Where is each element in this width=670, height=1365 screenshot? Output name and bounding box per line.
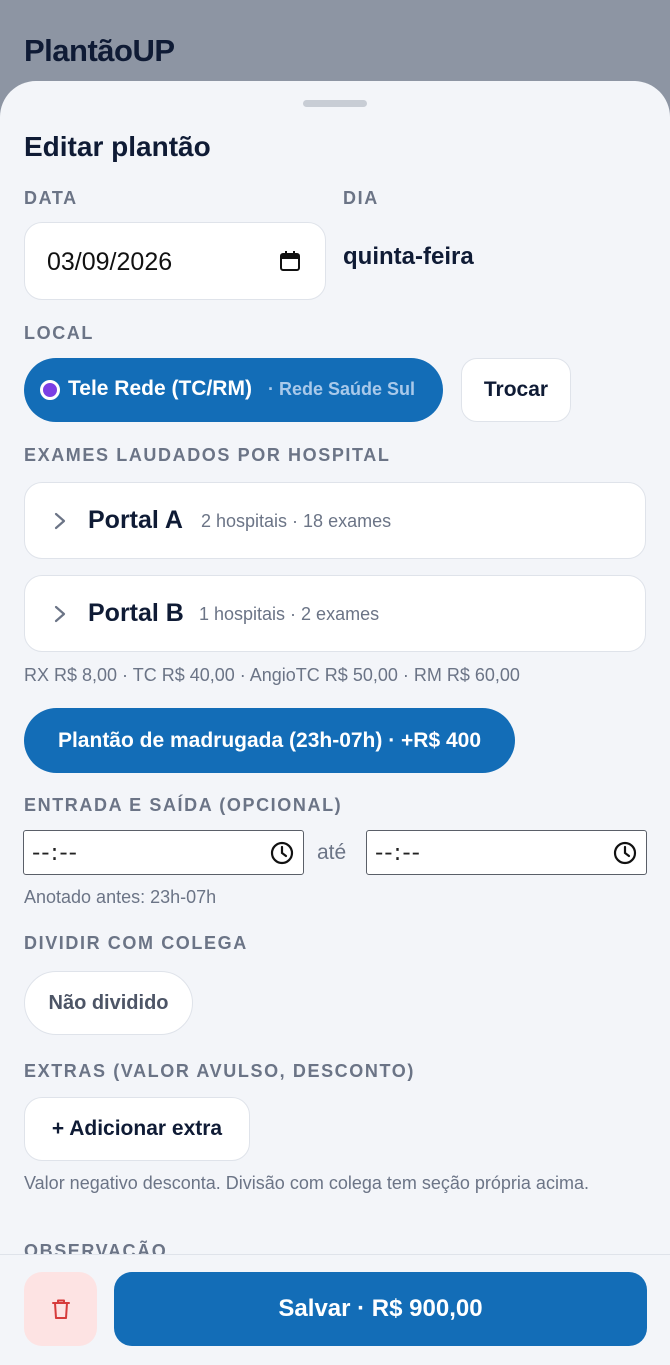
entry-exit-label: ENTRADA E SAÍDA (OPCIONAL) <box>24 795 343 815</box>
end-time-value: --:-- <box>375 840 421 866</box>
date-label: DATA <box>24 188 78 208</box>
noted-before-text: Anotado antes: 23h-07h <box>24 887 217 907</box>
night-shift-toggle[interactable]: Plantão de madrugada (23h-07h) · +R$ 400 <box>24 708 515 773</box>
day-value: quinta-feira <box>343 243 474 270</box>
sheet-title: Editar plantão <box>24 131 211 162</box>
local-label: LOCAL <box>24 323 94 343</box>
day-label: DIA <box>343 188 379 208</box>
portal-card-a[interactable]: Portal A 2 hospitais · 18 exames <box>24 482 646 559</box>
start-time-input[interactable]: --:-- <box>23 830 304 875</box>
save-button[interactable]: Salvar · R$ 900,00 <box>114 1272 647 1346</box>
app-title: PlantãoUP <box>24 33 175 68</box>
trash-icon <box>52 1299 70 1319</box>
footer-bar: Salvar · R$ 900,00 <box>0 1254 670 1365</box>
chevron-right-icon <box>54 605 66 623</box>
add-extra-button[interactable]: + Adicionar extra <box>24 1097 250 1161</box>
chevron-right-icon <box>54 512 66 530</box>
portal-name: Portal B <box>88 599 184 627</box>
date-input[interactable]: 03/09/2026 <box>24 222 326 300</box>
sheet-drag-handle[interactable] <box>303 100 367 107</box>
exams-label: EXAMES LAUDADOS POR HOSPITAL <box>24 445 391 465</box>
clock-icon[interactable] <box>613 841 637 865</box>
portal-card-b[interactable]: Portal B 1 hospitais · 2 exames <box>24 575 646 652</box>
end-time-input[interactable]: --:-- <box>366 830 647 875</box>
extras-hint: Valor negativo desconta. Divisão com col… <box>24 1173 589 1193</box>
split-label: DIVIDIR COM COLEGA <box>24 933 248 953</box>
portal-meta: 2 hospitais · 18 exames <box>201 511 392 531</box>
start-time-value: --:-- <box>32 840 78 866</box>
local-chip[interactable]: Tele Rede (TC/RM) · Rede Saúde Sul <box>24 358 443 422</box>
clock-icon[interactable] <box>270 841 294 865</box>
calendar-icon[interactable] <box>278 249 302 273</box>
split-colleague-button[interactable]: Não dividido <box>24 971 193 1035</box>
local-name: Tele Rede (TC/RM) <box>68 377 252 400</box>
local-network: · Rede Saúde Sul <box>268 379 416 399</box>
portal-meta: 1 hospitais · 2 exames <box>199 604 380 624</box>
swap-local-button[interactable]: Trocar <box>461 358 571 422</box>
date-value: 03/09/2026 <box>47 248 173 276</box>
delete-button[interactable] <box>24 1272 97 1346</box>
extras-label: EXTRAS (VALOR AVULSO, DESCONTO) <box>24 1061 415 1081</box>
portal-name: Portal A <box>88 506 183 534</box>
edit-shift-sheet: Editar plantão DATA DIA 03/09/2026 quint… <box>0 81 670 1365</box>
local-color-dot <box>40 380 60 400</box>
exam-prices: RX R$ 8,00 · TC R$ 40,00 · AngioTC R$ 50… <box>24 665 520 685</box>
time-separator: até <box>317 841 347 864</box>
